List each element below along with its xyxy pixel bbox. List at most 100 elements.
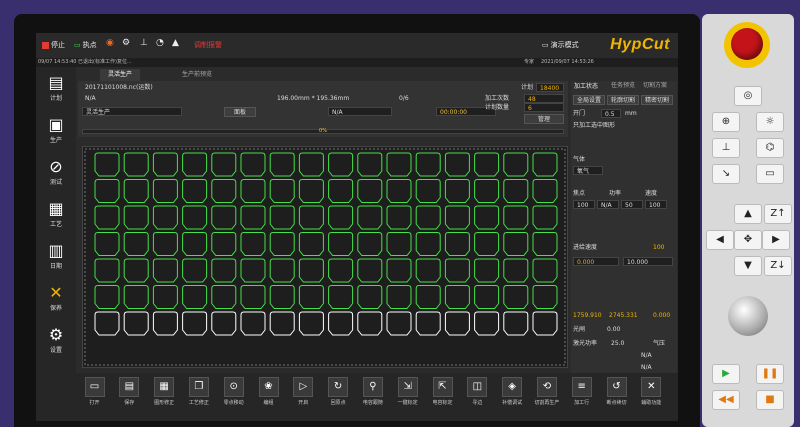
demo-mode-button[interactable]: ▭ 演示模式 — [542, 40, 579, 51]
plan-value: 18400 — [536, 83, 564, 92]
toolbar-item-8[interactable]: ⚲ 电容跟随 — [360, 377, 385, 417]
run-label: 执点 — [82, 41, 97, 49]
selected-only-checkbox[interactable]: 只加工选中图形 — [573, 121, 615, 130]
value-4[interactable]: 100 — [645, 200, 667, 209]
toolbar-item-7[interactable]: ↻ 回原点 — [326, 377, 351, 417]
part-contour — [415, 258, 441, 283]
warning-icon[interactable]: ▲ — [172, 38, 179, 49]
blow-key[interactable]: ⌬ — [756, 138, 784, 158]
toolbar-item-0[interactable]: ▭ 打开 — [82, 377, 107, 417]
value-2[interactable]: N/A — [597, 200, 619, 209]
toolbar-item-15[interactable]: ↺ 断点续切 — [604, 377, 629, 417]
part-contour — [94, 205, 120, 230]
sidebar-item-production[interactable]: ▣ 生产 — [40, 115, 72, 155]
log-text: 09/07 14:53:40 已退出(标准工作)复位... — [38, 59, 132, 65]
emergency-stop-button[interactable] — [731, 28, 763, 60]
sidebar-item-plan[interactable]: ▤ 计划 — [40, 73, 72, 113]
sidebar-item-process[interactable]: ▦ 工艺 — [40, 199, 72, 239]
part-contour — [211, 152, 237, 177]
restart-icon: ⟲ — [536, 377, 557, 397]
sidebar-item-test[interactable]: ⊘ 测试 — [40, 157, 72, 197]
run-button[interactable]: ▭ 执点 — [74, 40, 97, 51]
part-contour — [211, 311, 237, 336]
tools-icon: ✕ — [641, 377, 662, 397]
toolbar-item-3[interactable]: ❐ 工艺修正 — [186, 377, 211, 417]
arrow-down-key[interactable]: ▼ — [734, 256, 762, 276]
part-contour — [357, 152, 383, 177]
toolbar-item-2[interactable]: ▦ 图形修正 — [152, 377, 177, 417]
toolbar-item-10[interactable]: ⇱ 电容标定 — [430, 377, 455, 417]
part-contour — [328, 152, 354, 177]
part-contour — [415, 152, 441, 177]
part-contour — [328, 311, 354, 336]
toolbar-item-12[interactable]: ◈ 补偿调试 — [500, 377, 525, 417]
part-contour — [532, 179, 558, 203]
mode-select[interactable]: 灵活生产 — [82, 107, 182, 116]
toolbar-item-14[interactable]: ≡ 加工行 — [569, 377, 594, 417]
part-contour — [123, 285, 149, 309]
part-contour — [240, 285, 266, 309]
value-3[interactable]: 50 — [621, 200, 643, 209]
pause-key[interactable]: ❚❚ — [756, 364, 784, 384]
sidebar-item-settings[interactable]: ⚙ 设置 — [40, 325, 72, 365]
gas-label: 气体 — [573, 156, 586, 163]
nozzle-key[interactable]: ⊥ — [712, 138, 740, 158]
gas-select[interactable]: 氧气 — [573, 166, 603, 175]
laser-key[interactable]: ◎ — [734, 86, 762, 106]
part-contour — [503, 152, 529, 177]
tab-task-preview[interactable]: 任务预览 — [611, 81, 635, 90]
precision-cut-button[interactable]: 精密切割 — [641, 95, 673, 105]
value-1[interactable]: 100 — [573, 200, 595, 209]
laser-icon[interactable]: ◉ — [106, 38, 114, 49]
center-key[interactable]: ✥ — [734, 230, 762, 250]
panel-button[interactable]: 面板 — [224, 107, 256, 117]
z-down-key[interactable]: Z↓ — [764, 256, 792, 276]
part-contour — [94, 285, 120, 309]
tab-preview[interactable]: 生产前预览 — [174, 69, 220, 81]
global-settings-button[interactable]: 全局设置 — [573, 95, 605, 105]
toolbar-item-4[interactable]: ⊙ 零点移动 — [221, 377, 246, 417]
toolbar-item-16[interactable]: ✕ 辅助功能 — [639, 377, 664, 417]
light-key[interactable]: ☼ — [756, 112, 784, 132]
speed-label: 速度 — [645, 190, 658, 197]
toolbar-item-1[interactable]: ▤ 保存 — [117, 377, 142, 417]
settings-icon: ⚙ — [48, 325, 64, 344]
rewind-key[interactable]: ◀◀ — [712, 390, 740, 410]
sidebar-item-calendar[interactable]: ▥ 日期 — [40, 241, 72, 281]
part-contour — [269, 258, 295, 283]
feed-override-knob[interactable] — [728, 296, 768, 336]
open-value[interactable]: 0.5 — [601, 109, 621, 118]
toolbar-item-6[interactable]: ▷ 开启 — [291, 377, 316, 417]
target-key[interactable]: ⊕ — [712, 112, 740, 132]
home-icon: ↻ — [328, 377, 349, 397]
toolbar-item-13[interactable]: ⟲ 切割再生产 — [534, 377, 559, 417]
arrow-right-key[interactable]: ▶ — [762, 230, 790, 250]
plan-icon: ▤ — [48, 73, 64, 92]
toolbar-item-5[interactable]: ❀ 编组 — [256, 377, 281, 417]
part-contour — [532, 285, 558, 309]
nesting-canvas[interactable] — [82, 146, 568, 368]
part-contour — [182, 205, 208, 230]
toolbar-item-9[interactable]: ⇲ 一键标定 — [395, 377, 420, 417]
tab-flexible-production[interactable]: 灵活生产 — [100, 69, 141, 81]
part-contour — [240, 258, 266, 283]
part-contour — [152, 152, 178, 177]
clock-icon[interactable]: ◔ — [156, 38, 164, 49]
arrow-left-key[interactable]: ◀ — [706, 230, 734, 250]
toolbar-item-11[interactable]: ◫ 寻边 — [465, 377, 490, 417]
sidebar-item-maintenance[interactable]: ✕ 保养 — [40, 283, 72, 323]
laser-power-label: 激光功率 — [573, 340, 598, 347]
arrow-up-key[interactable]: ▲ — [734, 204, 762, 224]
z-up-key[interactable]: Z↑ — [764, 204, 792, 224]
stop-button[interactable]: 停止 — [42, 40, 65, 51]
stop-key[interactable]: ■ — [756, 390, 784, 410]
gas-icon[interactable]: ⚙ — [122, 38, 130, 49]
tab-cut-plan[interactable]: 切割方案 — [643, 81, 667, 90]
manage-button[interactable]: 管理 — [524, 114, 564, 124]
pin-icon[interactable]: ⊥ — [140, 38, 148, 49]
contour-cut-button[interactable]: 轮廓切割 — [607, 95, 639, 105]
maintenance-icon: ✕ — [49, 283, 63, 302]
start-key[interactable]: ▶ — [712, 364, 740, 384]
focus-key[interactable]: ↘ — [712, 164, 740, 184]
screen-key[interactable]: ▭ — [756, 164, 784, 184]
